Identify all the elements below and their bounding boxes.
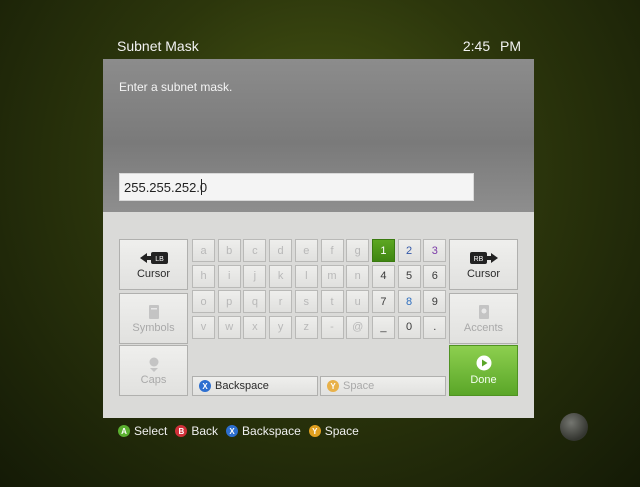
key-1[interactable]: 1 (371, 239, 395, 262)
clock: 2:45 PM (462, 38, 521, 54)
x-button-icon: X (199, 380, 211, 392)
key-2[interactable]: 2 (397, 239, 421, 262)
key-v[interactable]: v (192, 315, 215, 339)
x-button-icon: X (226, 425, 239, 437)
key-s[interactable]: s (294, 290, 318, 313)
legend-select-label: Select (134, 424, 168, 438)
caps-icon (149, 357, 158, 372)
keyboard: LB Cursor Symbols Caps abcdefg123 hijklmn… (103, 212, 534, 418)
y-button-icon: Y (327, 380, 339, 392)
key-t[interactable]: t (320, 290, 344, 313)
key-6[interactable]: 6 (423, 264, 447, 288)
cursor-left-label: Cursor (136, 268, 170, 280)
key-0[interactable]: 0 (397, 315, 421, 339)
key-3[interactable]: 3 (423, 239, 447, 262)
key-c[interactable]: c (243, 239, 267, 262)
svg-text:LB: LB (155, 256, 164, 263)
key-9[interactable]: 9 (423, 290, 447, 313)
legend-space-label: Space (324, 424, 359, 438)
key-o[interactable]: o (192, 290, 215, 313)
b-button-icon: B (175, 425, 188, 437)
key-4[interactable]: 4 (371, 264, 395, 288)
a-button-icon: A (118, 425, 130, 437)
key-q[interactable]: q (243, 290, 267, 313)
svg-text:RB: RB (473, 256, 483, 263)
key-y[interactable]: y (269, 315, 293, 339)
key-m[interactable]: m (320, 264, 344, 288)
key-5[interactable]: 5 (397, 264, 421, 288)
y-button-icon: Y (308, 425, 321, 437)
key-r[interactable]: r (269, 290, 293, 313)
key-d[interactable]: d (269, 239, 293, 262)
key-l[interactable]: l (294, 264, 318, 288)
cursor-right-label: Cursor (466, 268, 500, 280)
key-8[interactable]: 8 (397, 290, 421, 313)
caps-button[interactable]: Caps (119, 345, 188, 396)
key-i[interactable]: i (217, 264, 241, 288)
space-button[interactable]: Y Space (320, 376, 446, 396)
cursor-right-button[interactable]: RB Cursor (449, 239, 518, 290)
legend-backspace: X Backspace (226, 424, 301, 438)
key-n[interactable]: n (346, 264, 370, 288)
key-period[interactable]: . (423, 315, 447, 339)
symbols-icon (148, 305, 159, 319)
key-w[interactable]: w (217, 315, 241, 339)
legend-backspace-label: Backspace (242, 424, 301, 438)
legend-space: Y Space (308, 424, 359, 438)
space-label: Space (343, 380, 375, 392)
key-j[interactable]: j (243, 264, 267, 288)
lb-arrow-left-icon: LB (139, 252, 168, 264)
done-label: Done (470, 374, 497, 386)
backspace-label: Backspace (215, 380, 269, 392)
accents-icon (478, 305, 489, 319)
legend-select: A Select (118, 424, 167, 438)
key-x[interactable]: x (243, 315, 267, 339)
key-f[interactable]: f (320, 239, 344, 262)
accents-button[interactable]: Accents (449, 293, 518, 344)
backspace-button[interactable]: X Backspace (192, 376, 318, 396)
key-z[interactable]: z (294, 315, 318, 339)
key-hyphen[interactable]: - (320, 315, 344, 339)
text-caret (201, 179, 202, 195)
key-g[interactable]: g (346, 239, 370, 262)
key-7[interactable]: 7 (371, 290, 395, 313)
prompt-text: Enter a subnet mask. (119, 80, 233, 94)
key-u[interactable]: u (346, 290, 370, 313)
key-h[interactable]: h (192, 264, 215, 288)
key-k[interactable]: k (269, 264, 293, 288)
key-at[interactable]: @ (346, 315, 370, 339)
xbox-logo-icon (560, 413, 588, 441)
subnet-mask-field[interactable]: 255.255.252.0 (119, 173, 474, 201)
cursor-left-button[interactable]: LB Cursor (119, 239, 188, 290)
symbols-label: Symbols (132, 322, 175, 334)
key-p[interactable]: p (217, 290, 241, 313)
key-b[interactable]: b (217, 239, 241, 262)
input-area: Enter a subnet mask. 255.255.252.0 (103, 59, 534, 212)
play-icon (476, 355, 491, 371)
button-legend: A Select B Back X Backspace Y Space (118, 424, 367, 438)
page-title: Subnet Mask (117, 38, 199, 54)
legend-back-label: Back (191, 424, 219, 438)
field-value: 255.255.252.0 (124, 180, 208, 195)
done-button[interactable]: Done (449, 345, 518, 396)
rb-arrow-right-icon: RB (469, 252, 498, 264)
key-e[interactable]: e (294, 239, 318, 262)
key-underscore[interactable]: _ (371, 315, 395, 339)
accents-label: Accents (463, 322, 504, 334)
virtual-keyboard-dialog: Enter a subnet mask. 255.255.252.0 LB Cu… (103, 59, 534, 418)
legend-back: B Back (175, 424, 218, 438)
caps-label: Caps (140, 374, 167, 386)
symbols-button[interactable]: Symbols (119, 293, 188, 344)
key-a[interactable]: a (192, 239, 215, 262)
